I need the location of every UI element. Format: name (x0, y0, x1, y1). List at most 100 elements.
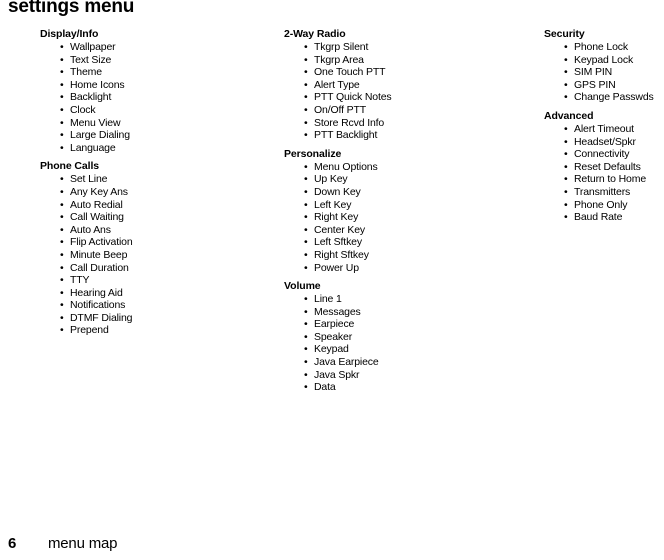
menu-item: • Phone Lock (544, 41, 664, 54)
bullet-icon: • (60, 53, 64, 66)
bullet-icon: • (564, 66, 568, 79)
bullet-icon: • (60, 311, 64, 324)
bullet-icon: • (304, 223, 308, 236)
bullet-icon: • (564, 122, 568, 135)
menu-item-label: Left Key (314, 198, 352, 211)
bullet-icon: • (564, 148, 568, 161)
menu-item-label: Reset Defaults (574, 160, 641, 173)
menu-item-label: Transmitters (574, 185, 631, 198)
bullet-icon: • (304, 318, 308, 331)
menu-item: • On/Off PTT (284, 104, 524, 117)
menu-item-label: Store Rcvd Info (314, 116, 385, 129)
menu-section-heading: Phone Calls (40, 160, 99, 173)
menu-section: Phone Calls • Set Line • Any Key Ans • Auto Re… (40, 160, 270, 337)
menu-item-label: Line 1 (314, 293, 342, 306)
menu-item: • Keypad Lock (544, 54, 664, 67)
bullet-icon: • (60, 185, 64, 198)
menu-item-list: • Alert Timeout • Headset/Spkr • Connectivity… (544, 123, 664, 224)
menu-item: • Java Earpiece (284, 356, 524, 369)
menu-item: • PTT Backlight (284, 129, 524, 142)
menu-item: • TTY (40, 274, 270, 287)
bullet-icon: • (60, 299, 64, 312)
bullet-icon: • (60, 324, 64, 337)
menu-item-label: TTY (70, 274, 90, 287)
menu-item-label: Theme (70, 66, 102, 79)
menu-section: Display/Info • Wallpaper • Text Size • Theme • H… (40, 28, 270, 154)
menu-item: • Keypad (284, 343, 524, 356)
menu-item-label: Connectivity (574, 148, 630, 161)
menu-item: • Large Dialing (40, 129, 270, 142)
menu-item-label: Call Duration (70, 261, 129, 274)
page-title: settings menu (8, 0, 135, 17)
menu-item: • Auto Ans (40, 224, 270, 237)
menu-item: • Call Duration (40, 262, 270, 275)
menu-item: • Auto Redial (40, 199, 270, 212)
bullet-icon: • (60, 103, 64, 116)
bullet-icon: • (564, 53, 568, 66)
menu-item: • Text Size (40, 54, 270, 67)
bullet-icon: • (60, 286, 64, 299)
bullet-icon: • (564, 135, 568, 148)
menu-item: • Left Key (284, 199, 524, 212)
bullet-icon: • (304, 211, 308, 224)
menu-item: • Tkgrp Area (284, 54, 524, 67)
menu-item: • GPS PIN (544, 79, 664, 92)
bullet-icon: • (564, 78, 568, 91)
menu-item: • Speaker (284, 331, 524, 344)
menu-section-heading: Advanced (544, 109, 594, 122)
bullet-icon: • (60, 248, 64, 261)
bullet-icon: • (304, 91, 308, 104)
page-footer: 6 menu map (0, 534, 664, 556)
menu-item-label: Text Size (70, 53, 112, 66)
menu-item: • Change Passwds (544, 91, 664, 104)
menu-item: • Tkgrp Silent (284, 41, 524, 54)
footer-section-label: menu map (48, 535, 118, 552)
menu-item-label: Return to Home (574, 173, 647, 186)
menu-item: • Hearing Aid (40, 287, 270, 300)
menu-section-heading: 2-Way Radio (284, 28, 346, 40)
menu-item-label: Java Earpiece (314, 356, 379, 369)
menu-item: • PTT Quick Notes (284, 91, 524, 104)
menu-item-label: Auto Redial (70, 198, 123, 211)
menu-item: • Call Waiting (40, 211, 270, 224)
bullet-icon: • (60, 66, 64, 79)
menu-item-label: Backlight (70, 91, 112, 104)
menu-item-label: Data (314, 381, 336, 394)
menu-item: • Line 1 (284, 293, 524, 306)
menu-item-label: Keypad (314, 343, 349, 356)
menu-item: • Return to Home (544, 173, 664, 186)
bullet-icon: • (60, 116, 64, 129)
bullet-icon: • (304, 173, 308, 186)
menu-item: • Minute Beep (40, 249, 270, 262)
menu-item-label: Alert Timeout (574, 122, 634, 135)
bullet-icon: • (304, 330, 308, 343)
bullet-icon: • (304, 160, 308, 173)
bullet-icon: • (60, 141, 64, 154)
menu-item: • Connectivity (544, 148, 664, 161)
bullet-icon: • (304, 368, 308, 381)
menu-section: Personalize • Menu Options • Up Key • Down Key… (284, 148, 524, 274)
menu-item: • Java Spkr (284, 369, 524, 382)
bullet-icon: • (564, 211, 568, 224)
menu-item: • Messages (284, 306, 524, 319)
menu-item-label: Alert Type (314, 78, 360, 91)
menu-item: • One Touch PTT (284, 66, 524, 79)
bullet-icon: • (304, 53, 308, 66)
bullet-icon: • (304, 305, 308, 318)
bullet-icon: • (564, 91, 568, 104)
menu-item-list: • Wallpaper • Text Size • Theme • Home Icons • Ba… (40, 41, 270, 154)
menu-section-heading: Volume (284, 280, 321, 293)
menu-item-label: Menu View (70, 116, 121, 129)
menu-item: • Prepend (40, 324, 270, 337)
bullet-icon: • (564, 185, 568, 198)
menu-item-label: Call Waiting (70, 211, 124, 224)
bullet-icon: • (60, 173, 64, 186)
menu-item-label: Phone Lock (574, 41, 628, 53)
menu-item: • Language (40, 142, 270, 155)
menu-item-label: One Touch PTT (314, 66, 386, 79)
menu-item: • Wallpaper (40, 41, 270, 54)
menu-item-label: Baud Rate (574, 211, 623, 224)
menu-item: • Transmitters (544, 186, 664, 199)
menu-item: • Down Key (284, 186, 524, 199)
menu-item-label: DTMF Dialing (70, 311, 133, 324)
